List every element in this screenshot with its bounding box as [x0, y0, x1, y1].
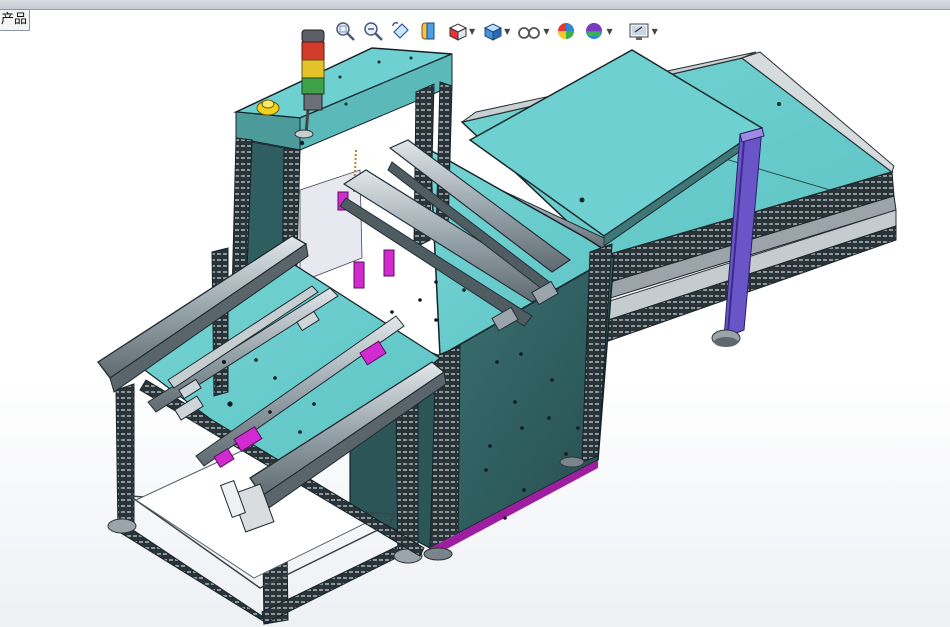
hide-show-items-dropdown-caret[interactable]: ▼: [543, 27, 549, 36]
zoom-to-area-icon: [364, 22, 383, 41]
view-orientation-dropdown-caret[interactable]: ▼: [469, 27, 475, 36]
edit-appearance-icon: [558, 23, 575, 39]
view-settings-dropdown-caret[interactable]: ▼: [652, 27, 658, 36]
view-orientation-icon: [448, 23, 468, 41]
view-orientation-button[interactable]: ▼: [444, 17, 477, 45]
display-style-dropdown-caret[interactable]: ▼: [504, 27, 510, 36]
zoom-to-area-button[interactable]: [360, 17, 386, 45]
conveyor-loader-3d-model[interactable]: [0, 0, 950, 627]
display-style-icon: [484, 23, 503, 41]
zoom-to-fit-button[interactable]: [332, 17, 358, 45]
display-style-button[interactable]: ▼: [479, 17, 512, 45]
hide-show-items-button[interactable]: ▼: [514, 17, 551, 45]
apply-scene-dropdown-caret[interactable]: ▼: [606, 27, 612, 36]
zoom-to-fit-icon: [336, 22, 355, 41]
hide-show-items-icon: [518, 27, 541, 39]
previous-view-button[interactable]: [388, 17, 414, 45]
apply-scene-icon: [586, 23, 603, 39]
view-settings-button[interactable]: ▼: [625, 17, 660, 45]
section-view-button[interactable]: [416, 17, 442, 45]
heads-up-view-toolbar: ▼ ▼ ▼ ▼ ▼: [332, 16, 660, 46]
view-settings-icon: [629, 23, 649, 40]
apply-scene-button[interactable]: ▼: [581, 17, 614, 45]
graphics-area[interactable]: 产品 ▼ ▼ ▼ ▼ ▼: [0, 0, 950, 627]
edit-appearance-button[interactable]: [553, 17, 579, 45]
previous-view-icon: [392, 22, 409, 39]
section-view-icon: [421, 22, 435, 40]
